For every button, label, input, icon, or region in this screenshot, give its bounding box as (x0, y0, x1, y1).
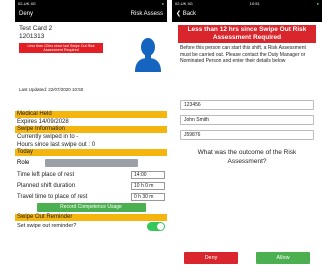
reminder-heading: Swipe Out Reminder (15, 214, 167, 221)
reminder-row: Set swipe out reminder? (15, 221, 167, 231)
card-name: Test Card 2 (19, 25, 53, 32)
field-label: Time left place of rest (17, 171, 75, 178)
reminder-toggle[interactable] (147, 221, 165, 231)
record-competence-button[interactable]: Record Competence Usage (36, 203, 146, 212)
id-input[interactable]: 123456 (180, 99, 314, 110)
battery-icon: ● (316, 1, 319, 6)
screenshot-stage: 02-UK 4G ● Deny Risk Assess Test Card 2 … (0, 0, 322, 271)
reminder-label: Set swipe out reminder? (17, 223, 77, 229)
swipe-heading: Swipe Information (15, 126, 167, 133)
last-updated: Last Updated: 22/07/2020 10:50 (19, 87, 84, 92)
swipe-status: Currently swiped in to - (17, 134, 79, 140)
back-chevron-icon[interactable]: ❮ (176, 11, 181, 17)
phone-right: 02-UK 4G 10:51 ● ❮ Back Less than 12 hrs… (172, 0, 322, 271)
shift-duration-input[interactable]: 10 h 0 m (131, 181, 165, 190)
deny-button[interactable]: Deny (184, 252, 238, 264)
battery-icon: ● (161, 1, 164, 6)
card-panel: Test Card 2 1201313 Less than 12hrs sinc… (15, 22, 167, 97)
warning-badge: Less than 12hrs since last Swipe Out Ris… (19, 43, 103, 54)
role-row: Role (15, 156, 167, 169)
avatar-icon (133, 34, 163, 72)
time-left-input[interactable]: 14:00 (131, 170, 165, 179)
carrier-label: 02-UK 4G (175, 1, 193, 6)
medical-heading: Medical Held (15, 111, 167, 118)
name-input[interactable]: John Smith (180, 114, 314, 125)
today-heading: Today (15, 149, 167, 156)
medical-expires: Expires 14/09/2028 (17, 119, 69, 125)
travel-time-input[interactable]: 0 h 30 m (131, 192, 165, 201)
field-label: Travel time to place of rest (17, 193, 88, 200)
back-button[interactable]: Back (183, 11, 196, 17)
phone-left: 02-UK 4G ● Deny Risk Assess Test Card 2 … (15, 0, 167, 271)
status-bar: 02-UK 4G 10:51 ● (172, 0, 322, 7)
nav-bar: Deny Risk Assess (15, 7, 167, 22)
clock: 10:51 (249, 1, 260, 6)
status-bar: 02-UK 4G ● (15, 0, 167, 7)
alert-banner: Less than 12 hrs since Swipe Out Risk As… (178, 25, 316, 43)
spacer (15, 97, 167, 111)
deny-nav-button[interactable]: Deny (19, 7, 33, 22)
swipe-hours: Hours since last swipe out : 0 (17, 142, 96, 148)
button-row: Deny Allow (172, 252, 322, 264)
role-label: Role (17, 159, 30, 166)
allow-button[interactable]: Allow (256, 252, 310, 264)
field-label: Planned shift duration (17, 182, 76, 189)
role-select[interactable] (45, 158, 139, 167)
instructions-text: Before this person can start this shift,… (180, 45, 306, 64)
nav-bar: ❮ Back (172, 7, 322, 22)
field-row: Travel time to place of rest 0 h 30 m (15, 191, 167, 202)
field-row: Time left place of rest 14:00 (15, 169, 167, 180)
field-row: Planned shift duration 10 h 0 m (15, 180, 167, 191)
risk-assess-nav-button[interactable]: Risk Assess (131, 7, 163, 22)
outcome-question: What was the outcome of the Risk Assessm… (197, 148, 297, 165)
ref-input[interactable]: J59876 (180, 129, 314, 140)
carrier-label: 02-UK 4G (18, 1, 36, 6)
